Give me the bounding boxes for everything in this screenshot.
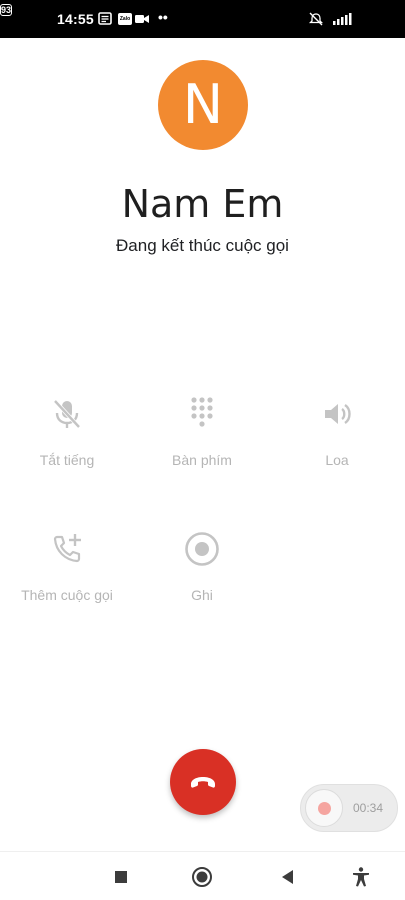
status-bar: 14:55 Zalo •• 93 <box>0 0 405 38</box>
mic-off-icon <box>53 399 81 429</box>
battery-icon: 93 <box>0 4 13 16</box>
end-call-button[interactable] <box>170 749 236 815</box>
add-call-label: Thêm cuộc gọi <box>21 587 113 603</box>
more-notifications-icon: •• <box>158 9 168 25</box>
mute-button[interactable]: Tắt tiếng <box>7 396 127 468</box>
recording-dot-icon <box>318 802 331 815</box>
navigation-bar <box>0 851 405 900</box>
recents-square-icon[interactable] <box>110 866 132 888</box>
signal-icon <box>332 12 354 26</box>
vibrate-icon <box>308 12 324 26</box>
recorder-time: 00:34 <box>353 801 384 815</box>
zalo-icon: Zalo <box>118 13 132 25</box>
avatar: N <box>158 60 248 150</box>
mute-label: Tắt tiếng <box>39 452 95 468</box>
message-icon <box>98 12 112 26</box>
speaker-label: Loa <box>325 452 349 468</box>
call-recorder-widget[interactable]: 00:34 <box>300 784 398 832</box>
caller-name: Nam Em <box>121 182 284 226</box>
record-button[interactable]: Ghi <box>142 531 262 603</box>
end-call-icon <box>191 777 215 788</box>
dialpad-icon <box>191 397 213 427</box>
keypad-button[interactable]: Bàn phím <box>142 396 262 468</box>
record-icon <box>185 532 219 566</box>
status-time: 14:55 <box>57 11 94 27</box>
back-triangle-icon[interactable] <box>277 866 299 888</box>
video-camera-icon <box>134 12 150 26</box>
record-label: Ghi <box>191 587 213 603</box>
speaker-button[interactable]: Loa <box>277 396 397 468</box>
call-status: Đang kết thúc cuộc gọi <box>116 236 289 255</box>
speaker-icon <box>325 404 351 424</box>
recorder-button[interactable] <box>305 789 343 827</box>
add-call-icon <box>53 534 81 563</box>
add-call-button[interactable]: Thêm cuộc gọi <box>7 531 127 603</box>
home-circle-icon[interactable] <box>191 866 213 888</box>
accessibility-icon[interactable] <box>350 866 372 888</box>
keypad-label: Bàn phím <box>172 452 232 468</box>
